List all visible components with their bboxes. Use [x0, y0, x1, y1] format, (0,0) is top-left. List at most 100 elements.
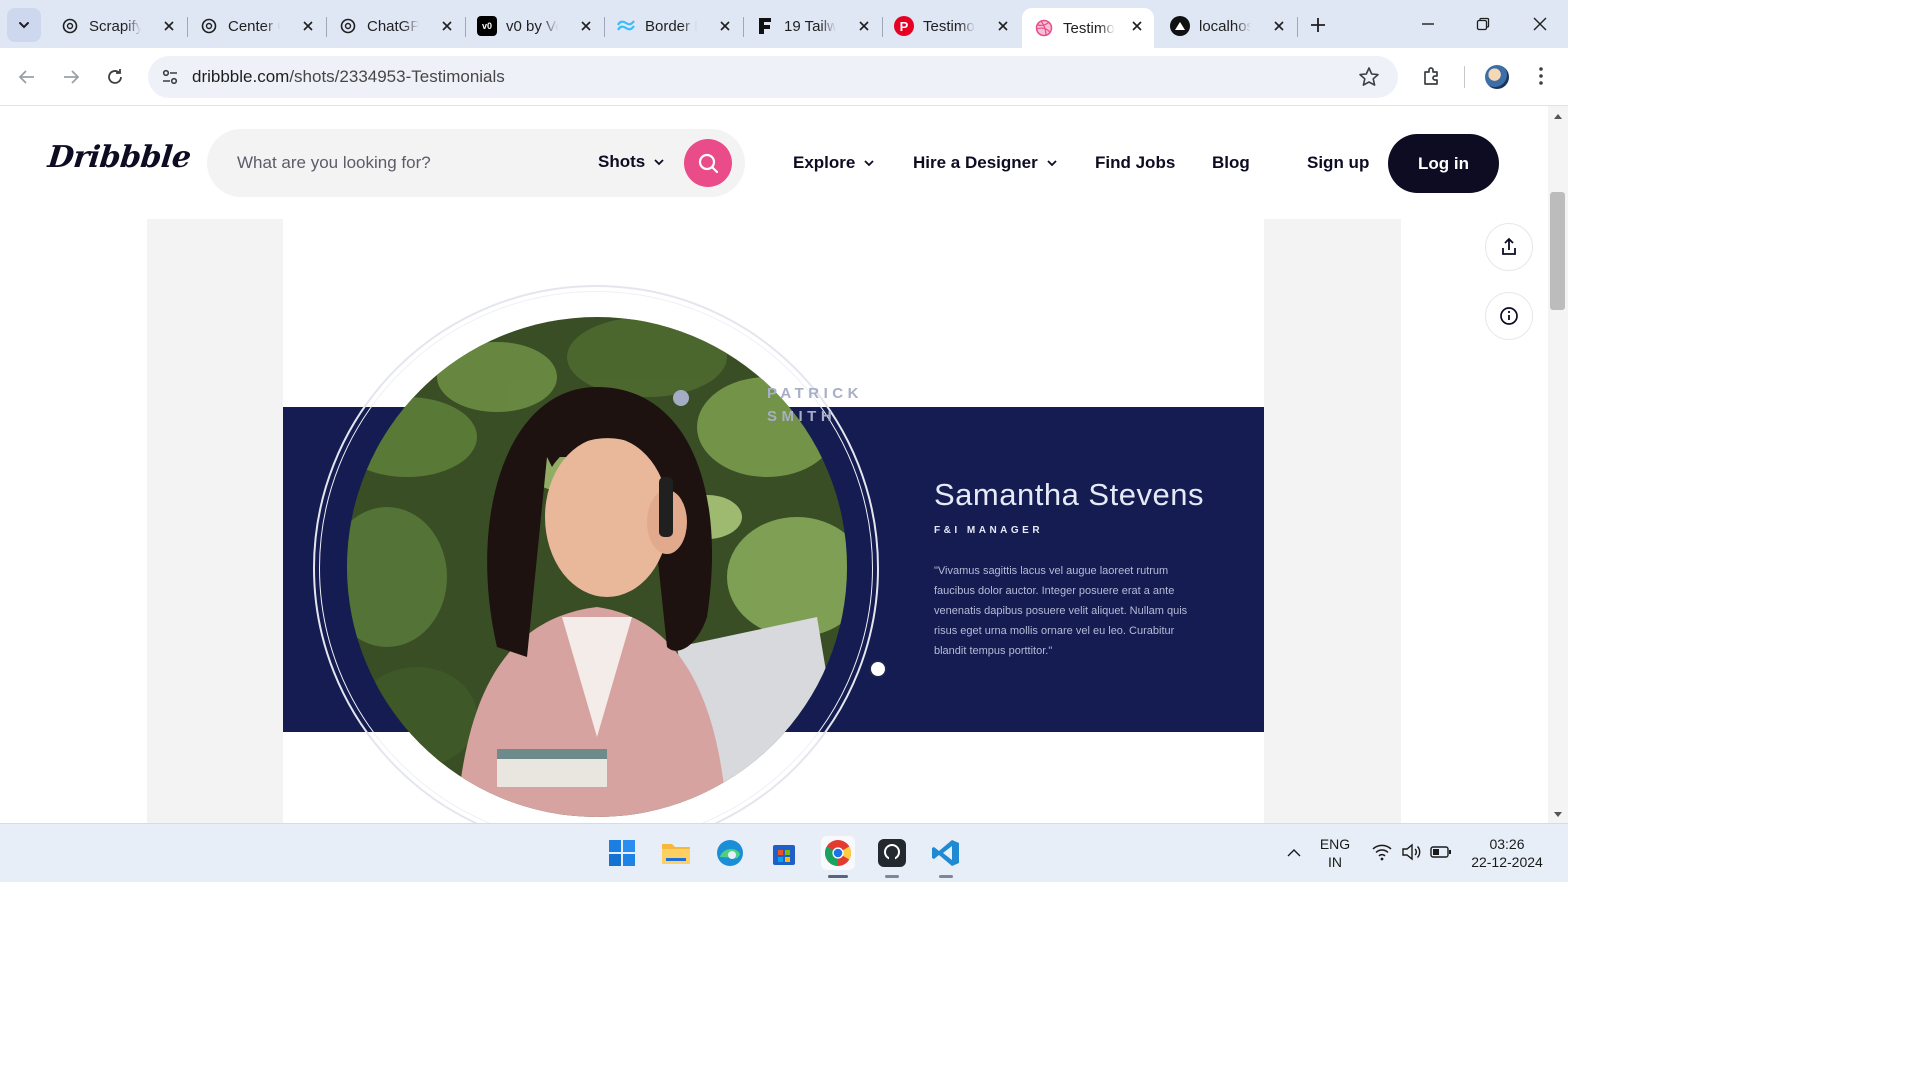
tailwind-icon [616, 16, 636, 36]
close-icon[interactable] [1270, 17, 1288, 35]
store-button[interactable] [767, 836, 801, 870]
start-button[interactable] [605, 836, 639, 870]
toolbar-divider [1464, 66, 1465, 88]
close-icon[interactable] [438, 17, 456, 35]
testimonial-role: F&I MANAGER [934, 525, 1044, 536]
tray-overflow-chevron-icon[interactable] [1286, 847, 1302, 859]
shot-image: PATRICK SMITH Samantha Stevens F&I MANAG… [283, 219, 1264, 823]
plus-icon [1311, 18, 1325, 32]
next-name-line2: SMITH [767, 408, 837, 425]
new-tab-button[interactable] [1306, 13, 1330, 37]
carousel-dot-inactive[interactable] [673, 390, 689, 406]
bookmark-star-icon[interactable] [1358, 66, 1380, 93]
nav-explore[interactable]: Explore [793, 153, 875, 173]
tab-8[interactable]: localhos [1158, 8, 1298, 44]
minimize-button[interactable] [1416, 12, 1440, 36]
forward-button[interactable] [59, 65, 83, 89]
carousel-dot-active[interactable] [869, 660, 887, 678]
share-button[interactable] [1485, 223, 1533, 271]
nav-blog[interactable]: Blog [1212, 153, 1250, 173]
log-in-button[interactable]: Log in [1388, 134, 1499, 193]
language-line1: ENG [1319, 836, 1351, 852]
folder-icon [662, 844, 690, 864]
close-icon[interactable] [855, 17, 873, 35]
windows-taskbar: ENG IN 03:26 22-12-2024 [0, 823, 1568, 882]
restore-button[interactable] [1471, 12, 1495, 36]
close-icon[interactable] [994, 17, 1012, 35]
tab-title: localhos [1199, 17, 1251, 35]
nav-hire-label: Hire a Designer [913, 153, 1038, 172]
tab-2[interactable]: ChatGPT [326, 8, 466, 44]
chevron-down-icon [864, 160, 874, 167]
search-input[interactable] [237, 149, 577, 177]
openai-icon [199, 16, 219, 36]
battery-icon[interactable] [1430, 845, 1452, 859]
search-bar: Shots [207, 129, 745, 197]
clock-time: 03:26 [1489, 836, 1525, 852]
search-icon [698, 153, 719, 174]
tab-6[interactable]: P Testimo [882, 8, 1020, 44]
tab-title: v0 by Ve [506, 17, 558, 35]
close-icon[interactable] [716, 17, 734, 35]
tab-0[interactable]: Scrapify [48, 8, 188, 44]
scrollbar-thumb[interactable] [1550, 192, 1565, 310]
info-button[interactable] [1485, 292, 1533, 340]
clock[interactable]: 03:26 22-12-2024 [1462, 835, 1552, 871]
tab-7[interactable]: Testimo [1022, 8, 1154, 48]
close-icon[interactable] [1128, 17, 1146, 35]
close-icon[interactable] [160, 17, 178, 35]
windows-icon [609, 840, 635, 866]
edge-button[interactable] [713, 836, 747, 870]
vscode-icon [932, 840, 959, 866]
url-text[interactable]: dribbble.com/shots/2334953-Testimonials [192, 67, 505, 87]
tab-4[interactable]: Border R [604, 8, 744, 44]
tab-1[interactable]: Center C [187, 8, 327, 44]
vscode-button[interactable] [929, 836, 963, 878]
store-icon [773, 845, 795, 865]
profile-avatar[interactable] [1485, 65, 1509, 89]
tab-title: Testimo [1063, 19, 1115, 37]
tab-strip: Scrapify Center C ChatGPT v0 v0 by Ve Bo… [0, 0, 1568, 48]
close-icon[interactable] [299, 17, 317, 35]
reload-button[interactable] [103, 65, 127, 89]
vercel-icon [1170, 16, 1190, 36]
page-scrollbar[interactable] [1548, 106, 1568, 823]
reload-icon [108, 69, 122, 84]
close-icon[interactable] [577, 17, 595, 35]
github-desktop-button[interactable] [875, 836, 909, 878]
dribbble-logo[interactable]: Dribbble [46, 140, 192, 175]
back-button[interactable] [15, 65, 39, 89]
openai-icon [60, 16, 80, 36]
nav-explore-label: Explore [793, 153, 856, 172]
extensions-icon[interactable] [1420, 65, 1444, 94]
running-indicator [885, 875, 899, 878]
github-icon [878, 839, 906, 867]
nav-find-jobs[interactable]: Find Jobs [1095, 153, 1175, 173]
scroll-down-icon[interactable] [1553, 811, 1563, 819]
search-scope-dropdown[interactable]: Shots [598, 152, 665, 172]
tab-title: Testimo [923, 17, 975, 35]
site-settings-icon[interactable] [160, 67, 180, 92]
restore-icon [1476, 17, 1490, 31]
running-indicator [939, 875, 953, 878]
file-explorer-button[interactable] [659, 836, 693, 870]
web-page: Dribbble Shots Explore Hire a Designer F… [0, 106, 1548, 823]
tab-5[interactable]: 19 Tailw [743, 8, 883, 44]
sign-up-link[interactable]: Sign up [1307, 153, 1369, 173]
edge-icon [717, 840, 743, 866]
close-window-button[interactable] [1528, 12, 1552, 36]
language-indicator[interactable]: ENG IN [1316, 835, 1354, 871]
chevron-down-icon [19, 22, 29, 29]
arrow-left-icon [18, 70, 34, 84]
kebab-menu-icon[interactable] [1530, 65, 1552, 92]
volume-icon[interactable] [1401, 843, 1421, 861]
wifi-icon[interactable] [1372, 843, 1392, 861]
chrome-button[interactable] [821, 836, 855, 878]
arrow-right-icon [64, 70, 80, 84]
tab-3[interactable]: v0 v0 by Ve [465, 8, 605, 44]
address-bar[interactable]: dribbble.com/shots/2334953-Testimonials [148, 56, 1398, 98]
scroll-up-icon[interactable] [1553, 112, 1563, 120]
tab-search-button[interactable] [7, 8, 41, 42]
nav-hire-designer[interactable]: Hire a Designer [913, 153, 1058, 173]
search-button[interactable] [684, 139, 732, 187]
